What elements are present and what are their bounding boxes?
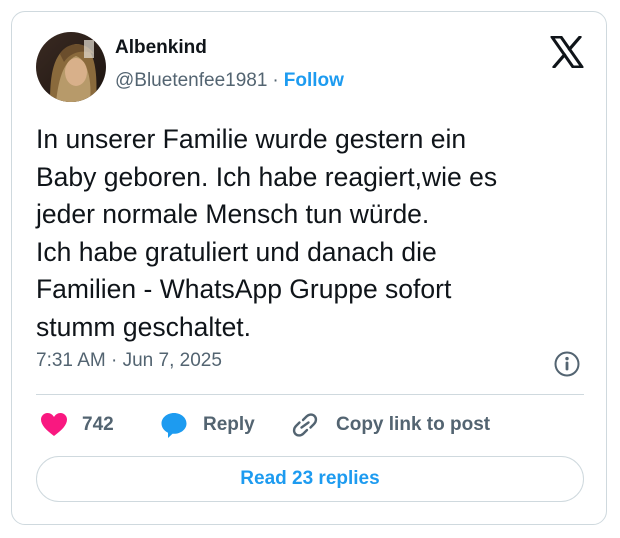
user-handle[interactable]: @Bluetenfee1981 (115, 70, 267, 91)
x-logo-icon[interactable] (550, 35, 584, 69)
link-icon (292, 413, 318, 437)
copy-link-label: Copy link to post (336, 414, 491, 435)
reply-label: Reply (203, 414, 255, 435)
follow-button[interactable]: Follow (284, 70, 344, 91)
timestamp[interactable]: 7:31 AM · Jun 7, 2025 (36, 350, 222, 372)
avatar[interactable] (36, 32, 106, 102)
tweet-line: In unserer Familie wurde gestern ein (36, 124, 467, 154)
like-count: 742 (82, 414, 114, 435)
handle-row: @Bluetenfee1981 · Follow (115, 70, 344, 92)
action-bar: 742 Reply Copy link to post (36, 410, 584, 440)
copy-link-button[interactable]: Copy link to post (290, 410, 490, 440)
tweet-line: stumm geschaltet. (36, 311, 252, 342)
tweet-card: Albenkind @Bluetenfee1981 · Follow In unse… (11, 11, 607, 525)
tweet-line: Baby geboren. Ich habe reagiert,wie es (36, 161, 498, 192)
tweet-line: Ich habe gratuliert und danach die (36, 236, 437, 267)
tweet-line: Familien - WhatsApp Gruppe sofort (36, 274, 452, 304)
heart-icon (41, 413, 67, 436)
tweet-line: jeder normale Mensch tun würde. (36, 199, 430, 229)
reply-button[interactable]: Reply (160, 410, 255, 440)
tweet-text: In unserer Familie wurde gestern ein Bab… (36, 121, 576, 346)
read-replies-button[interactable]: Read 23 replies (36, 456, 584, 502)
info-icon[interactable] (553, 350, 581, 378)
divider (36, 394, 584, 395)
like-button[interactable]: 742 (40, 410, 114, 440)
separator-dot: · (272, 70, 279, 91)
display-name[interactable]: Albenkind (115, 37, 207, 59)
reply-bubble-icon (161, 413, 187, 438)
